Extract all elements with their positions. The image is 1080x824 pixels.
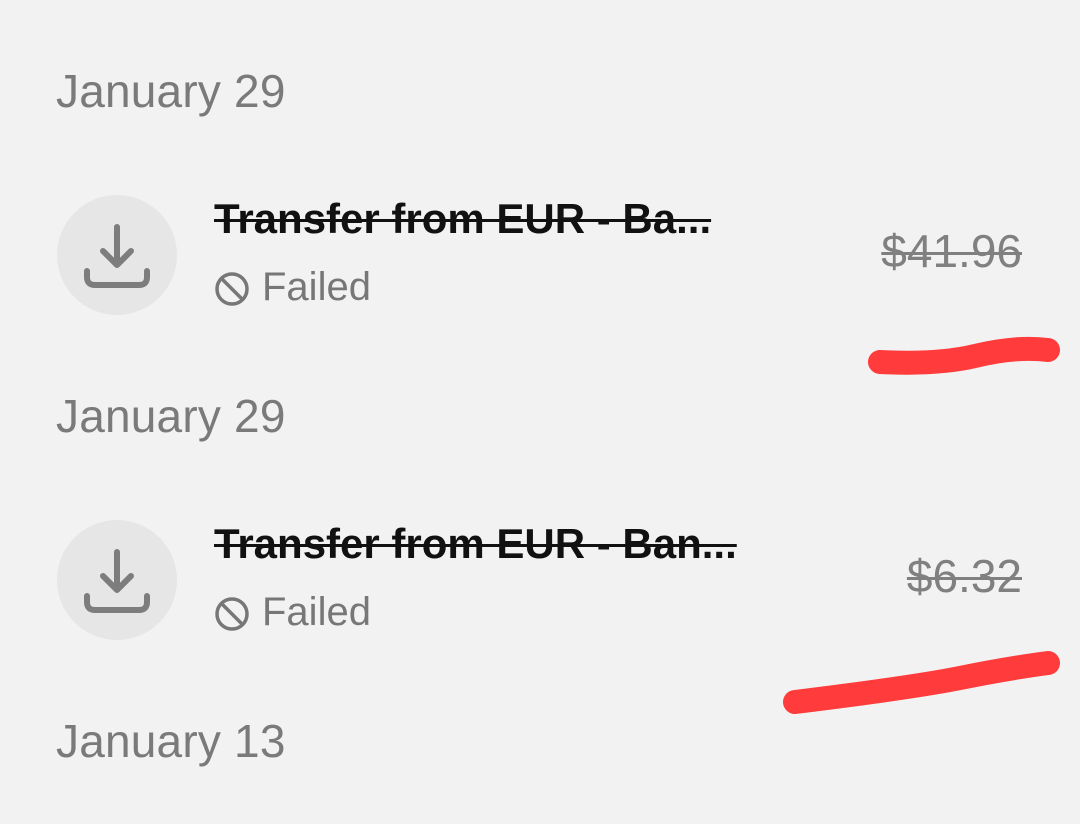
blocked-icon xyxy=(215,272,249,306)
transaction-icon-circle xyxy=(57,520,177,640)
transaction-title: Transfer from EUR - Ban... xyxy=(214,520,737,567)
transaction-status: Failed xyxy=(214,265,371,309)
transaction-row[interactable]: Transfer from EUR - Ba... Failed $41.96 xyxy=(0,195,1080,325)
status-label: Failed xyxy=(262,590,371,634)
transaction-status: Failed xyxy=(214,590,371,634)
transaction-amount: $6.32 xyxy=(906,550,1022,602)
transaction-icon-circle xyxy=(57,195,177,315)
transaction-amount: $41.96 xyxy=(881,225,1022,277)
date-header: January 29 xyxy=(56,390,286,442)
date-header: January 13 xyxy=(56,715,286,767)
red-underline-mark xyxy=(783,651,1060,714)
transaction-title: Transfer from EUR - Ba... xyxy=(214,195,712,242)
download-icon xyxy=(84,224,150,288)
blocked-icon xyxy=(215,597,249,631)
status-label: Failed xyxy=(262,265,371,309)
date-header: January 29 xyxy=(56,65,286,117)
transaction-row[interactable]: Transfer from EUR - Ban... Failed $6.32 xyxy=(0,520,1080,650)
red-underline-mark xyxy=(868,336,1060,375)
download-icon xyxy=(84,549,150,613)
